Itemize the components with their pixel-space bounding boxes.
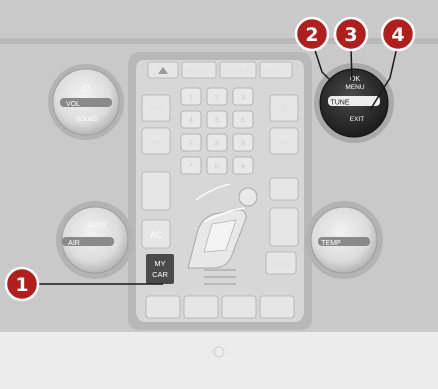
keypad-key-label: 5 bbox=[215, 118, 219, 125]
diagram-canvas: RADIO MEDIA TEL NAV ⏮ AC MY CAR ⚙ ⏭ ECO … bbox=[0, 0, 438, 389]
recirculation-button[interactable] bbox=[269, 207, 299, 247]
power-icon: ⏻ bbox=[82, 83, 89, 93]
vol-label: VOL bbox=[66, 101, 80, 108]
fan-down-button[interactable] bbox=[183, 295, 219, 319]
ac-label: AC bbox=[150, 230, 163, 240]
keypad-key-label: 8 bbox=[215, 141, 219, 148]
my-car-label-line1: MY bbox=[154, 259, 165, 268]
callout-2-number: 2 bbox=[305, 24, 318, 46]
tune-label: TUNE bbox=[330, 100, 349, 107]
keypad-key-label: 0 bbox=[215, 164, 219, 171]
keypad-key-label: 4 bbox=[189, 118, 193, 125]
temp-label: TEMP bbox=[321, 240, 341, 247]
volume-knob[interactable]: VOL SOUND ⏻ bbox=[48, 64, 124, 140]
console-diagram: RADIO MEDIA TEL NAV ⏮ AC MY CAR ⚙ ⏭ ECO … bbox=[0, 0, 438, 389]
keypad-key-label: 9 bbox=[241, 141, 245, 148]
keypad-key-label: 2 bbox=[215, 95, 219, 102]
keypad-key-label: * bbox=[190, 164, 193, 171]
auto-climate-knob[interactable]: AIR AUTO bbox=[56, 201, 134, 279]
keypad-key-label: 6 bbox=[241, 118, 245, 125]
menu-label: MENU bbox=[345, 84, 364, 91]
rear-defrost-button[interactable] bbox=[269, 177, 299, 201]
keypad-key-label: 3 bbox=[241, 95, 245, 102]
temperature-knob[interactable]: TEMP bbox=[305, 201, 383, 279]
media-label: MEDIA bbox=[226, 67, 250, 76]
keypad-key-label: # bbox=[241, 164, 245, 171]
my-car-label-line2: CAR bbox=[152, 270, 168, 279]
seat-heat-button[interactable] bbox=[145, 295, 181, 319]
radio-label: RADIO bbox=[187, 67, 211, 76]
keypad-key-label: 7 bbox=[189, 141, 193, 148]
next-track-icon: ⏭ bbox=[280, 137, 288, 147]
tel-label: TEL bbox=[269, 67, 283, 76]
defrost-front-button[interactable] bbox=[141, 171, 171, 211]
callout-4-number: 4 bbox=[391, 24, 404, 46]
seat-heat-right-button[interactable] bbox=[259, 295, 295, 319]
prev-track-icon: ⏮ bbox=[152, 137, 160, 147]
eco-label: ECO bbox=[272, 260, 289, 269]
settings-icon: ⚙ bbox=[280, 104, 289, 115]
exit-label: EXIT bbox=[350, 116, 364, 123]
callout-3-leader bbox=[350, 46, 353, 83]
fan-up-button[interactable] bbox=[221, 295, 257, 319]
upper-trim bbox=[0, 38, 438, 44]
callout-3-number: 3 bbox=[344, 24, 357, 46]
sound-label: SOUND bbox=[76, 117, 98, 123]
auto-label: AUTO bbox=[88, 222, 106, 229]
keypad-key-label: 1 bbox=[189, 95, 193, 102]
callout-1-number: 1 bbox=[15, 274, 28, 296]
air-label: AIR bbox=[68, 240, 80, 247]
nav-label: NAV bbox=[149, 106, 163, 113]
lower-surface bbox=[0, 332, 438, 389]
